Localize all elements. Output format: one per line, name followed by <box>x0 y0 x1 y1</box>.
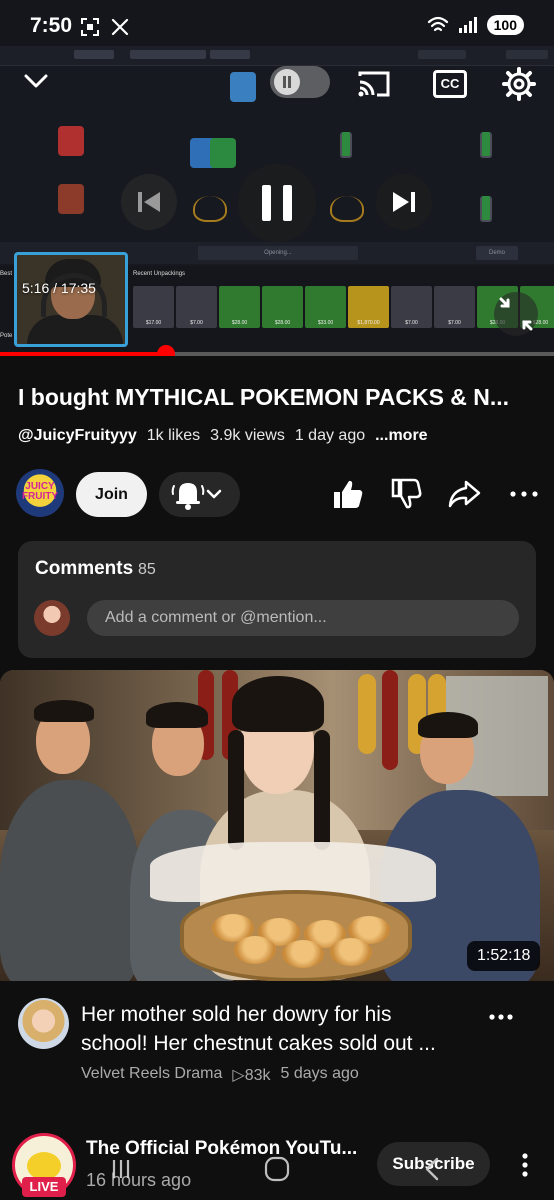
join-button[interactable]: Join <box>76 472 147 517</box>
live-more-icon[interactable] <box>514 1150 536 1180</box>
comments-count: 85 <box>138 561 156 578</box>
demo-label: Demo <box>476 246 518 260</box>
captions-icon[interactable]: CC <box>433 70 467 98</box>
screenshot-icon <box>81 18 99 36</box>
recommended-title-line-1: Her mother sold her dowry for his <box>81 1003 392 1026</box>
comments-heading: Comments <box>35 558 134 579</box>
notifications-bell-icon <box>171 483 222 510</box>
cast-icon[interactable] <box>357 70 391 98</box>
more-icon[interactable] <box>506 476 542 512</box>
recommended-video-meta: Velvet Reels Drama ▷83k 5 days ago <box>81 1065 359 1085</box>
unpack-item-price: $7.00 <box>190 320 203 326</box>
next-button[interactable] <box>376 174 432 230</box>
signal-icon <box>458 17 477 33</box>
unpack-item: $28.00 <box>219 286 260 328</box>
channel-handle[interactable]: @JuicyFruityyy <box>18 427 137 445</box>
wifi-icon <box>427 16 448 32</box>
collapse-chevron-icon[interactable] <box>22 68 50 94</box>
scrub-preview-thumbnail <box>14 252 128 347</box>
pause-button[interactable] <box>238 164 316 242</box>
recommended-channel-avatar[interactable] <box>18 998 69 1049</box>
best-label: Best <box>0 271 13 277</box>
unpack-item-price: $17.00 <box>145 320 162 326</box>
unpack-item: $7.00 <box>176 286 217 328</box>
unpack-item: $33.00 <box>305 286 346 328</box>
back-icon[interactable] <box>418 1154 448 1184</box>
progress-scrubber[interactable] <box>157 345 176 356</box>
comments-panel[interactable]: Comments 85 Add a comment or @mention... <box>18 541 536 658</box>
fullscreen-exit-icon <box>499 297 533 331</box>
recommended-channel-name: Velvet Reels Drama <box>81 1065 223 1082</box>
recent-unpackings-label: Recent Unpackings <box>133 271 186 277</box>
pote-label: Pote <box>0 333 13 339</box>
recent-unpackings-row: $17.00 $7.00 $28.00 $28.00 $33.00 $1,870.00 $7… <box>133 286 554 328</box>
channel-avatar[interactable]: JUICY FRUITY <box>16 469 64 517</box>
unpack-item-price: $33.00 <box>317 320 334 326</box>
battery-indicator: 100 <box>486 15 524 35</box>
recommended-title-line-2: school! Her chestnut cakes sold out ... <box>81 1032 436 1055</box>
previous-button[interactable] <box>121 174 177 230</box>
unpack-item-price: $7.00 <box>448 320 461 326</box>
live-badge: LIVE <box>22 1177 66 1197</box>
status-time: 7:50 <box>30 14 73 37</box>
comment-input[interactable]: Add a comment or @mention... <box>87 600 519 636</box>
dislike-icon[interactable] <box>388 476 424 512</box>
recommended-video-title[interactable]: Her mother sold her dowry for his school… <box>81 1000 481 1058</box>
unpack-item: $28.00 <box>262 286 303 328</box>
user-avatar <box>34 600 70 636</box>
pause-icon <box>262 185 292 221</box>
x-logo-icon <box>111 18 129 36</box>
recommended-views: ▷83k <box>232 1067 271 1084</box>
likes-count: 1k likes <box>146 427 201 444</box>
unpack-item: $7.00 <box>434 286 475 328</box>
description-more-link[interactable]: ...more <box>375 427 427 445</box>
video-meta[interactable]: @JuicyFruityyy 1k likes 3.9k views 1 day… <box>18 427 428 445</box>
unpack-item-price: $28.00 <box>274 320 291 326</box>
like-icon[interactable] <box>330 476 366 512</box>
fullscreen-exit-button[interactable] <box>494 292 538 336</box>
live-channel-time: 16 hours ago <box>86 1170 192 1190</box>
recommended-age: 5 days ago <box>280 1065 359 1082</box>
previous-icon <box>138 192 160 212</box>
video-duration-badge: 1:52:18 <box>467 941 541 971</box>
next-icon <box>393 192 415 212</box>
settings-gear-icon[interactable] <box>502 67 536 101</box>
unpack-item: $1,870.00 <box>348 286 389 328</box>
recent-apps-icon[interactable] <box>106 1154 136 1184</box>
unpack-item: $17.00 <box>133 286 174 328</box>
autoplay-toggle[interactable] <box>270 66 330 98</box>
unpack-item-price: $1,870.00 <box>357 320 380 326</box>
progress-fill <box>0 352 167 356</box>
unpack-item-price: $7.00 <box>405 320 418 326</box>
upload-age: 1 day ago <box>294 427 366 444</box>
share-icon[interactable] <box>446 476 482 512</box>
recommended-more-icon[interactable] <box>488 1004 514 1030</box>
views-count: 3.9k views <box>210 427 285 444</box>
channel-avatar-text: JUICY FRUITY <box>21 481 59 502</box>
status-bar: 7:50 100 <box>0 0 554 56</box>
unpack-item: $7.00 <box>391 286 432 328</box>
scrub-time-label: 5:16 / 17:35 <box>22 280 96 296</box>
recommended-video-thumbnail[interactable] <box>0 670 554 981</box>
video-title[interactable]: I bought MYTHICAL POKEMON PACKS & N... <box>18 384 538 411</box>
unpack-item-price: $28.00 <box>231 320 248 326</box>
home-icon[interactable] <box>262 1154 292 1184</box>
opening-label: Opening... <box>198 246 358 260</box>
progress-bar[interactable] <box>0 345 554 356</box>
notifications-button[interactable] <box>159 472 240 517</box>
